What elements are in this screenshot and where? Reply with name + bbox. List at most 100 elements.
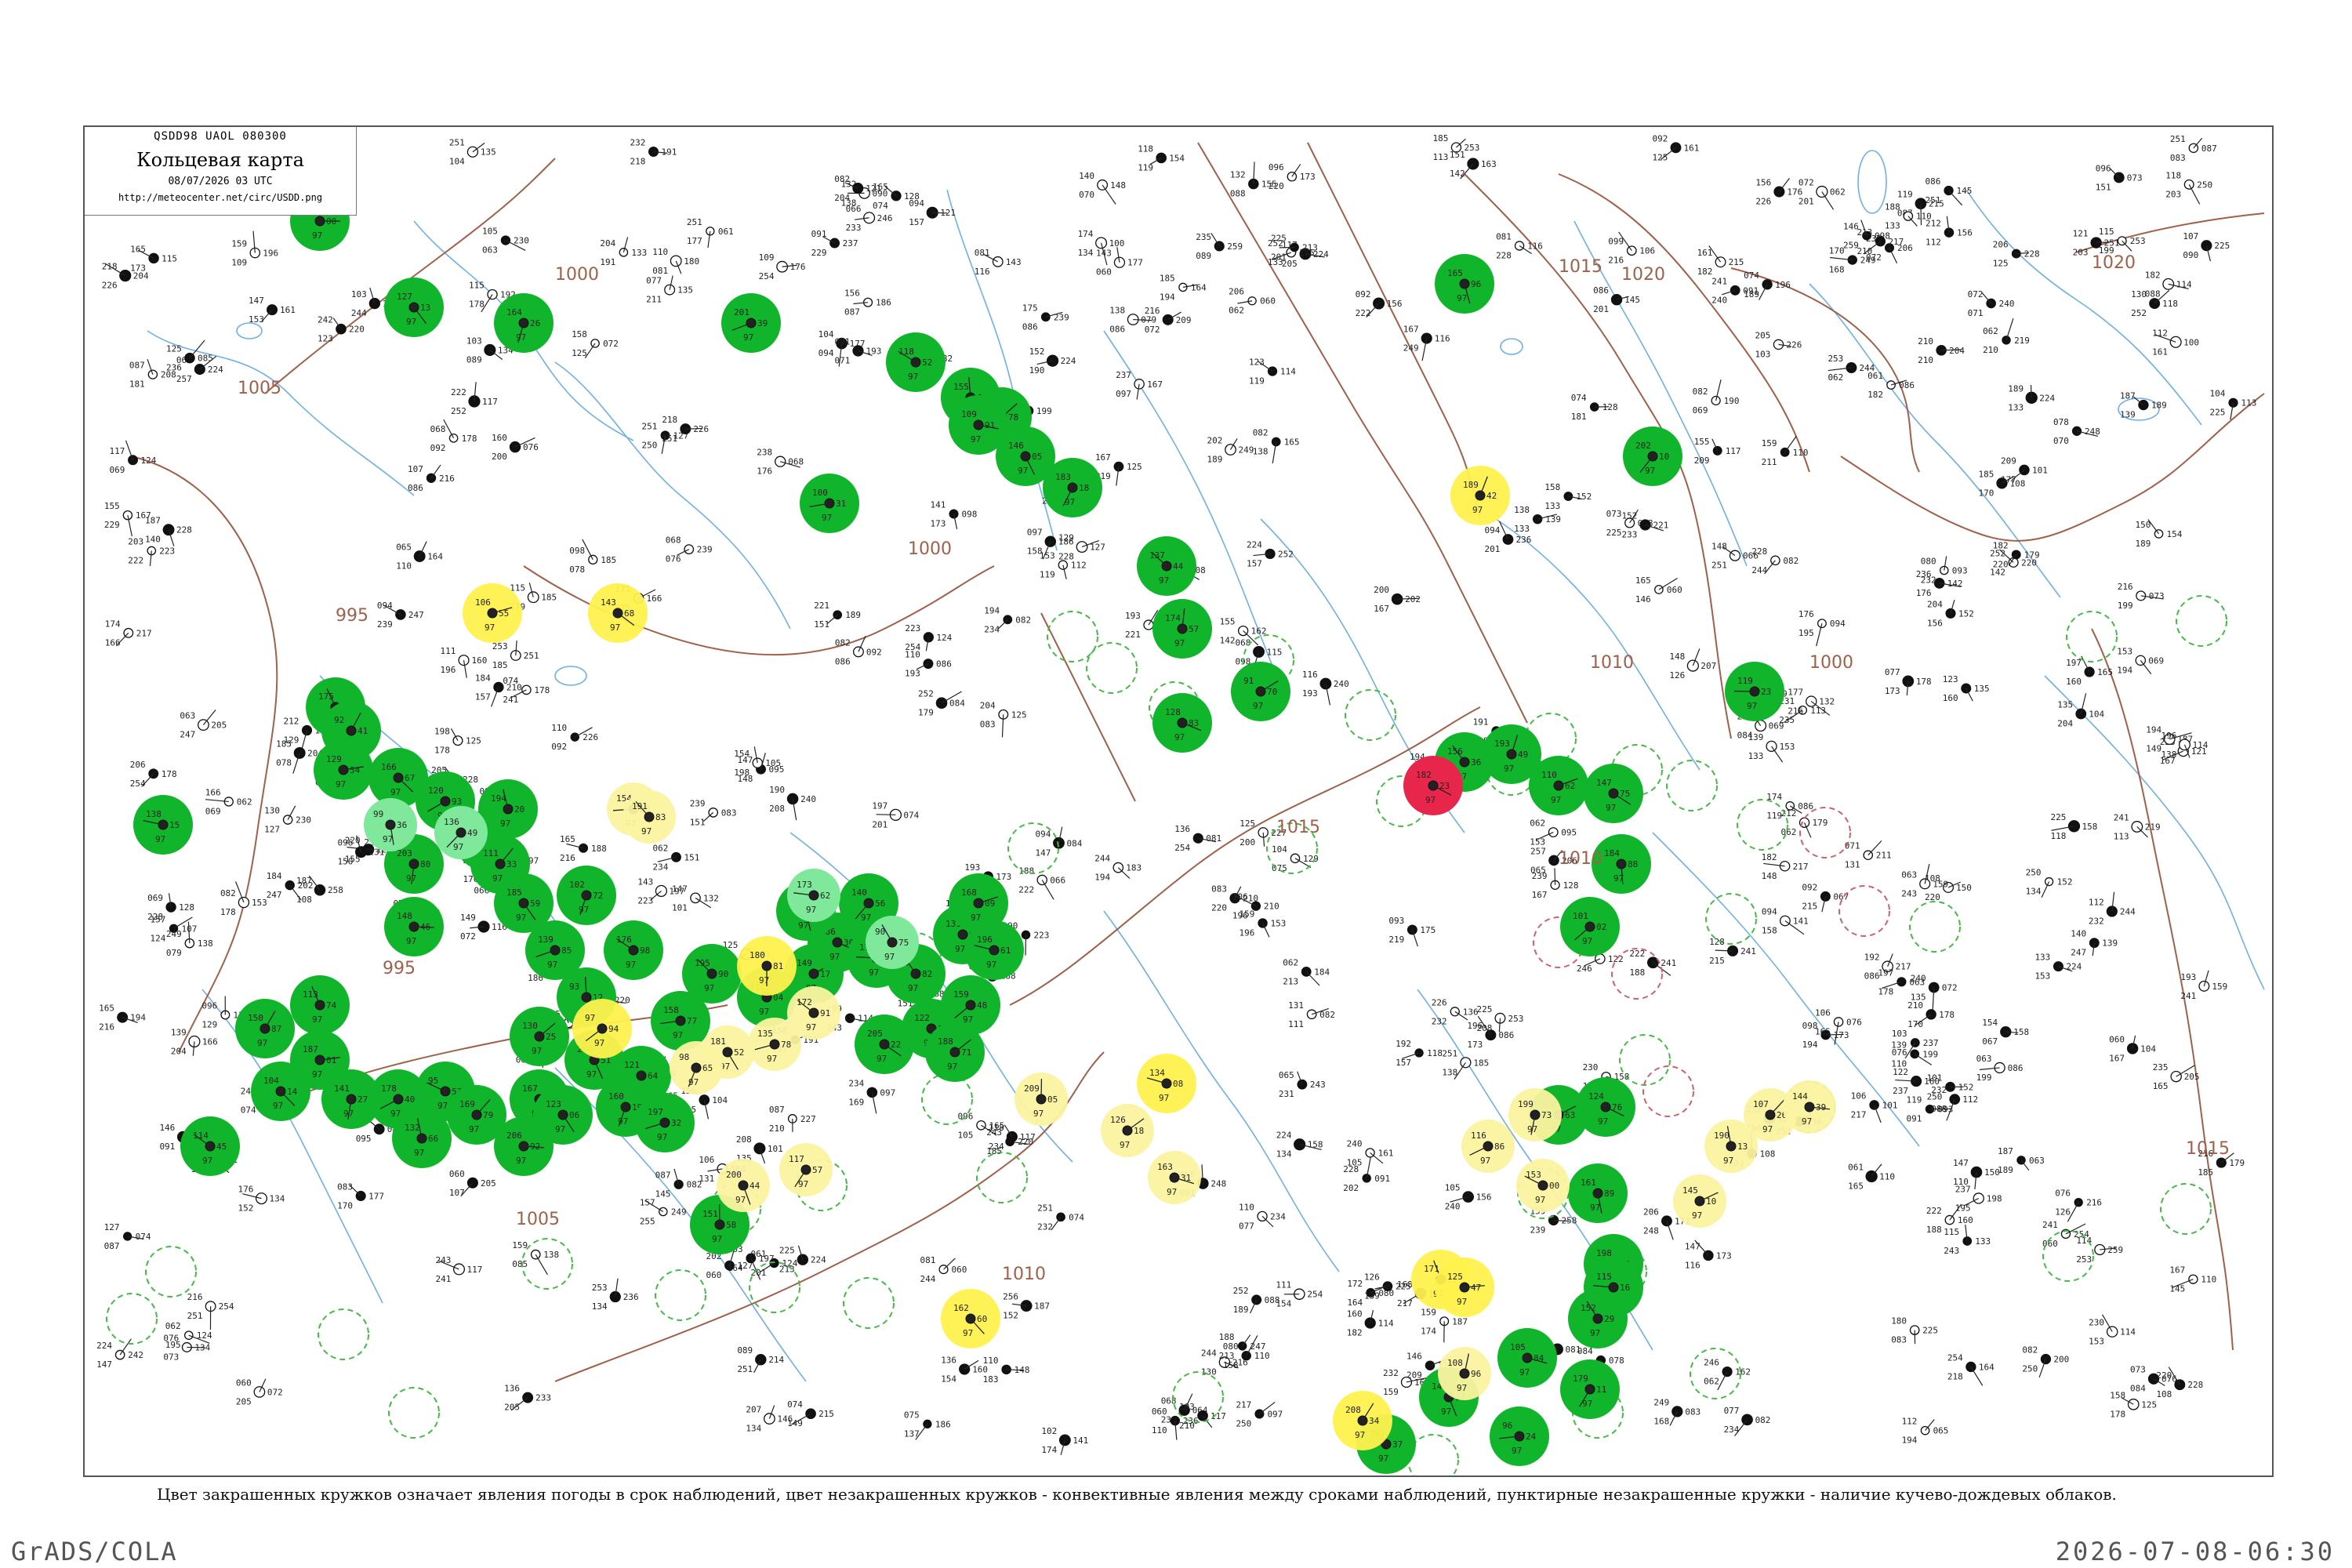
svg-text:209: 209 [1694,456,1710,466]
weather-circle-green[interactable]: 147 75 97 [1584,764,1643,823]
weather-circle-green[interactable]: 118 52 97 [886,332,946,392]
weather-circle-light-yellow[interactable]: 209 0597 [1014,1073,1068,1126]
isobar-label: 1005 [516,1210,560,1229]
svg-text:074: 074 [136,1232,151,1242]
svg-text:148: 148 [1669,652,1685,662]
weather-circle-green[interactable]: 165 96 97 [1435,254,1494,314]
weather-circle-yellow[interactable]: 189 4297 [1450,466,1510,525]
weather-circle-green[interactable]: 150 87 97 [235,999,295,1058]
weather-circle-green[interactable]: 197 32 97 [635,1093,695,1152]
weather-circle-green[interactable]: 130 25 97 [510,1007,569,1066]
svg-text:80: 80 [420,859,430,869]
weather-circle-green[interactable]: 110 62 97 [1529,756,1588,815]
svg-text:158: 158 [2082,822,2097,832]
weather-circle-light-yellow[interactable]: 153 00 97 [1516,1159,1570,1212]
weather-circle-light-yellow[interactable]: 163 31 97 [1148,1151,1201,1204]
svg-text:153: 153 [2117,646,2132,656]
svg-text:233: 233 [1622,529,1638,539]
weather-circle-green[interactable]: 123 06 97 [533,1085,593,1145]
weather-circle-green[interactable]: 113 74 97 [290,975,350,1035]
weather-circle-green[interactable]: 96 24 97 [1490,1406,1549,1466]
weather-circle-green[interactable]: 101 02 97 [1560,897,1620,956]
weather-circle-green[interactable]: 202 10 97 [1623,426,1682,486]
svg-text:121: 121 [624,1060,640,1070]
weather-circle-yellow[interactable]: 125 47 97 [1435,1258,1494,1317]
weather-circle-yellow[interactable]: 143 68 97 [588,583,648,643]
weather-circle-green[interactable]: 137 44 97 [1137,536,1196,596]
weather-circle-green[interactable]: 195 90 97 [682,944,742,1004]
weather-circle-green[interactable]: 114 45 97 [180,1116,240,1176]
svg-text:082: 082 [1783,556,1798,566]
svg-text:113: 113 [303,989,318,1000]
svg-text:181: 181 [1571,412,1587,422]
svg-text:136: 136 [504,1384,520,1394]
svg-text:68: 68 [624,608,634,619]
svg-text:063: 063 [1901,869,1917,880]
cumulonimbus-ring [976,1152,1028,1203]
weather-circle-yellow[interactable]: 97 94 97 [572,999,632,1058]
weather-circle-green[interactable]: 100 31 97 [800,474,859,533]
svg-text:11: 11 [1596,1385,1606,1395]
weather-circle-green[interactable]: 91 70 97 [1231,662,1290,721]
svg-text:249: 249 [1653,1397,1669,1407]
map-source-url[interactable]: http://meteocenter.net/circ/USDD.png [85,192,356,203]
svg-text:152: 152 [1581,1303,1596,1313]
weather-circle-yellow[interactable]: 162 60 97 [941,1289,1000,1348]
svg-text:092: 092 [1653,133,1668,143]
svg-text:97: 97 [1167,1187,1177,1197]
weather-circle-green[interactable]: 176 98 97 [604,920,663,980]
weather-circle-green[interactable]: 179 11 97 [1560,1359,1620,1419]
weather-circle-light-green[interactable]: 90 7597 [866,916,919,969]
weather-circle-light-yellow[interactable]: 199 73 97 [1508,1088,1562,1142]
weather-circle-light-yellow[interactable]: 117 57 97 [779,1143,833,1196]
svg-text:251: 251 [524,651,539,661]
weather-circle-light-yellow[interactable]: 145 10 97 [1673,1174,1726,1228]
svg-text:37: 37 [1392,1439,1403,1450]
weather-circle-light-green[interactable]: 173 62 97 [787,869,840,922]
weather-circle-light-yellow[interactable]: 200 44 97 [717,1159,770,1212]
weather-circle-light-yellow[interactable]: 116 86 97 [1461,1120,1515,1173]
weather-circle-red[interactable]: 182 2397 [1403,756,1463,815]
weather-circle-light-yellow[interactable]: 172 91 97 [787,986,840,1040]
svg-text:198: 198 [1987,1193,2002,1203]
weather-circle-green[interactable]: 164 26 97 [494,293,554,353]
weather-circle-yellow[interactable]: 106 55 97 [463,583,522,643]
weather-circle-green[interactable]: 138 15 97 [133,795,193,855]
weather-circle-light-yellow[interactable]: 108 96 97 [1438,1347,1491,1400]
svg-text:98: 98 [679,1052,689,1062]
weather-circle-green[interactable]: 174 57 97 [1152,599,1212,659]
station-glyph: 110086193 [905,650,952,679]
station-glyph: 224 242 147 [96,1338,143,1370]
weather-circle-green[interactable]: 196 61 97 [964,920,1024,980]
weather-circle-green[interactable]: 148 46 97 [384,897,444,956]
weather-circle-green[interactable]: 132 66 97 [392,1109,452,1168]
weather-circle-green[interactable]: 152 29 97 [1568,1289,1628,1348]
svg-text:16: 16 [1620,1283,1630,1293]
weather-circle-green[interactable]: 105 84 97 [1497,1328,1557,1388]
weather-circle-green[interactable]: 161 89 97 [1568,1163,1628,1223]
weather-circle-green[interactable]: 127 13 97 [384,278,444,337]
weather-circle-light-yellow[interactable]: 191 8397 [622,790,676,844]
weather-circle-green[interactable]: 104 14 97 [251,1062,310,1121]
weather-circle-light-yellow[interactable]: 126 18 97 [1101,1104,1154,1157]
svg-text:169: 169 [459,1099,475,1109]
svg-text:076: 076 [666,554,681,564]
weather-circle-green[interactable]: 124 76 97 [1576,1077,1635,1137]
weather-circle-green[interactable]: 128 83 97 [1152,693,1212,753]
svg-text:210: 210 [1918,336,1933,347]
weather-circle-light-green[interactable]: 136 49 97 [434,806,488,859]
weather-circle-green[interactable]: 201 39 97 [721,293,781,353]
weather-circle-green[interactable]: 129 54 97 [314,740,373,800]
weather-circle-green[interactable]: 102 72 97 [557,866,616,925]
weather-circle-yellow[interactable]: 180 81 97 [737,936,797,996]
svg-text:184: 184 [1314,967,1330,977]
weather-circle-light-yellow[interactable]: 98 6597 [670,1041,723,1094]
weather-circle-green[interactable]: 183 18 97 [1043,458,1102,517]
weather-circle-light-green[interactable]: 99 36 97 [364,798,417,851]
weather-circle-light-yellow[interactable]: 144 39 97 [1783,1080,1836,1134]
weather-circle-green[interactable]: 188 71 97 [925,1022,985,1082]
weather-circle-green[interactable]: 119 23 97 [1725,662,1784,721]
weather-circle-yellow[interactable]: 134 08 97 [1137,1054,1196,1113]
weather-circle-yellow[interactable]: 208 34 97 [1333,1391,1392,1450]
svg-text:138: 138 [1109,306,1125,316]
